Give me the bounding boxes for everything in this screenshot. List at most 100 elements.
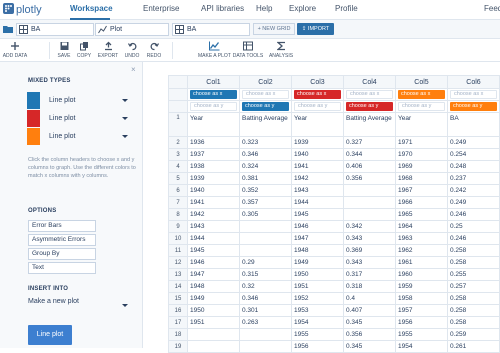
grid-cell[interactable]: 0.263	[239, 316, 292, 329]
grid-cell[interactable]: 0.346	[239, 292, 292, 305]
grid-cell[interactable]: 0.318	[343, 280, 396, 293]
grid-cell[interactable]: 0.249	[447, 196, 500, 209]
grid-cell[interactable]: 1969	[395, 160, 448, 173]
nav-workspace[interactable]: Workspace	[70, 4, 113, 13]
grid-cell[interactable]: 0.352	[239, 184, 292, 197]
grid-cell[interactable]: 1936	[187, 136, 240, 149]
grid-cell[interactable]: 0.258	[447, 316, 500, 329]
grid-cell[interactable]	[343, 196, 396, 209]
grid-cell[interactable]: 1963	[395, 232, 448, 245]
asymmetric-errors-button[interactable]: Asymmetric Errors	[28, 234, 96, 246]
grid-cell[interactable]: 1952	[291, 292, 344, 305]
grid-cell[interactable]: 1946	[187, 256, 240, 269]
close-icon[interactable]: ×	[131, 65, 136, 74]
undo-button[interactable]: UNDO	[123, 41, 141, 59]
grid-cell[interactable]: 0.255	[447, 268, 500, 281]
grid-cell[interactable]: 0.254	[447, 148, 500, 161]
choose-as-y-button[interactable]: choose as y	[450, 102, 497, 111]
grid-cell[interactable]: 1951	[291, 280, 344, 293]
grid-cell[interactable]: 1971	[395, 136, 448, 149]
nav-api-libraries[interactable]: API libraries	[201, 4, 244, 13]
grid-cell[interactable]: Batting Average	[343, 112, 396, 137]
grid-cell[interactable]: 1945	[187, 244, 240, 257]
grid-cell[interactable]	[187, 340, 240, 353]
grid-cell[interactable]: 0.327	[343, 136, 396, 149]
grid-cell[interactable]: 0.257	[447, 280, 500, 293]
grid-cell[interactable]: 1954	[395, 340, 448, 353]
column-header[interactable]: Col4	[343, 75, 396, 89]
grid-cell[interactable]: 0.324	[239, 160, 292, 173]
grid-cell[interactable]: 0.258	[447, 304, 500, 317]
grid-cell[interactable]: 1947	[291, 232, 344, 245]
grid-cell[interactable]: 0.29	[239, 256, 292, 269]
choose-as-y-button[interactable]: choose as y	[346, 102, 393, 111]
grid-cell[interactable]: BA	[447, 112, 500, 137]
plotly-logo[interactable]: plotly	[3, 3, 42, 16]
grid-cell[interactable]: 0.343	[343, 256, 396, 269]
grid-cell[interactable]: 0.248	[447, 160, 500, 173]
make-a-plot-button[interactable]: MAKE A PLOT	[198, 41, 231, 59]
grid-cell[interactable]: 1966	[395, 196, 448, 209]
nav-feed[interactable]: Feed	[484, 4, 500, 13]
grid-cell[interactable]: 1954	[291, 316, 344, 329]
grid-cell[interactable]	[239, 232, 292, 245]
grid-cell[interactable]: 1965	[395, 208, 448, 221]
grid-cell[interactable]: 1961	[395, 256, 448, 269]
grid-cell[interactable]: 0.242	[447, 184, 500, 197]
grid-cell[interactable]: 1959	[395, 280, 448, 293]
grid-name-field[interactable]: BA	[16, 23, 94, 36]
grid-cell[interactable]: 0.246	[447, 232, 500, 245]
analysis-button[interactable]: ANALYSIS	[268, 41, 294, 59]
folder-icon[interactable]	[3, 25, 13, 33]
choose-as-y-button[interactable]: choose as y	[242, 102, 289, 111]
grid-cell[interactable]: 0.381	[239, 172, 292, 185]
grid-cell[interactable]: 1941	[291, 160, 344, 173]
grid-cell[interactable]: 0.301	[239, 304, 292, 317]
grid-cell[interactable]: 1939	[187, 172, 240, 185]
grid-cell[interactable]: 0.344	[343, 148, 396, 161]
create-line-plot-button[interactable]: Line plot	[28, 325, 72, 345]
copy-button[interactable]: COPY	[75, 41, 93, 59]
grid-cell[interactable]	[187, 328, 240, 341]
grid-cell[interactable]: 0.343	[343, 232, 396, 245]
grid-cell[interactable]: 1946	[291, 220, 344, 233]
grid-cell[interactable]: 0.342	[343, 220, 396, 233]
grid-cell[interactable]: 1947	[187, 268, 240, 281]
grid-cell[interactable]: 1948	[187, 280, 240, 293]
grid-cell[interactable]: Year	[187, 112, 240, 137]
grid-cell[interactable]: 1956	[291, 340, 344, 353]
grid-cell[interactable]: 0.406	[343, 160, 396, 173]
grid-cell[interactable]: 0.258	[447, 256, 500, 269]
grid-cell[interactable]: 1970	[395, 148, 448, 161]
insert-into-select[interactable]: Make a new plot	[28, 298, 128, 313]
grid-cell[interactable]	[343, 208, 396, 221]
plot-name-field[interactable]: Plot	[95, 23, 169, 36]
new-grid-button[interactable]: + NEW GRID	[253, 23, 295, 35]
grid-cell[interactable]: 1964	[395, 220, 448, 233]
grid-cell[interactable]: 1957	[395, 304, 448, 317]
grid-cell[interactable]: 0.258	[447, 292, 500, 305]
nav-explore[interactable]: Explore	[289, 4, 316, 13]
grid-cell[interactable]: 0.356	[343, 172, 396, 185]
grid-cell[interactable]: 1955	[291, 328, 344, 341]
grid-cell[interactable]: 1949	[187, 292, 240, 305]
grid-cell[interactable]: 1958	[395, 292, 448, 305]
nav-profile[interactable]: Profile	[335, 4, 358, 13]
grid-cell[interactable]: 0.317	[343, 268, 396, 281]
grid-cell[interactable]: 0.237	[447, 172, 500, 185]
grid-cell[interactable]	[343, 184, 396, 197]
grid-cell[interactable]: 0.407	[343, 304, 396, 317]
grid-cell[interactable]: 0.305	[239, 208, 292, 221]
grid-cell[interactable]	[239, 220, 292, 233]
choose-as-y-button[interactable]: choose as y	[398, 102, 445, 111]
grid-cell[interactable]	[239, 340, 292, 353]
import-button[interactable]: ⇪ IMPORT	[297, 23, 334, 35]
grid-cell[interactable]: 1939	[291, 136, 344, 149]
grid-cell[interactable]: 0.315	[239, 268, 292, 281]
grid-cell[interactable]: 0.25	[447, 220, 500, 233]
grid-cell[interactable]: 0.261	[447, 340, 500, 353]
grid-cell[interactable]: 1956	[395, 316, 448, 329]
grid-cell[interactable]: 1950	[187, 304, 240, 317]
grid-cell[interactable]: 0.346	[239, 148, 292, 161]
choose-as-y-button[interactable]: choose as y	[190, 102, 237, 111]
